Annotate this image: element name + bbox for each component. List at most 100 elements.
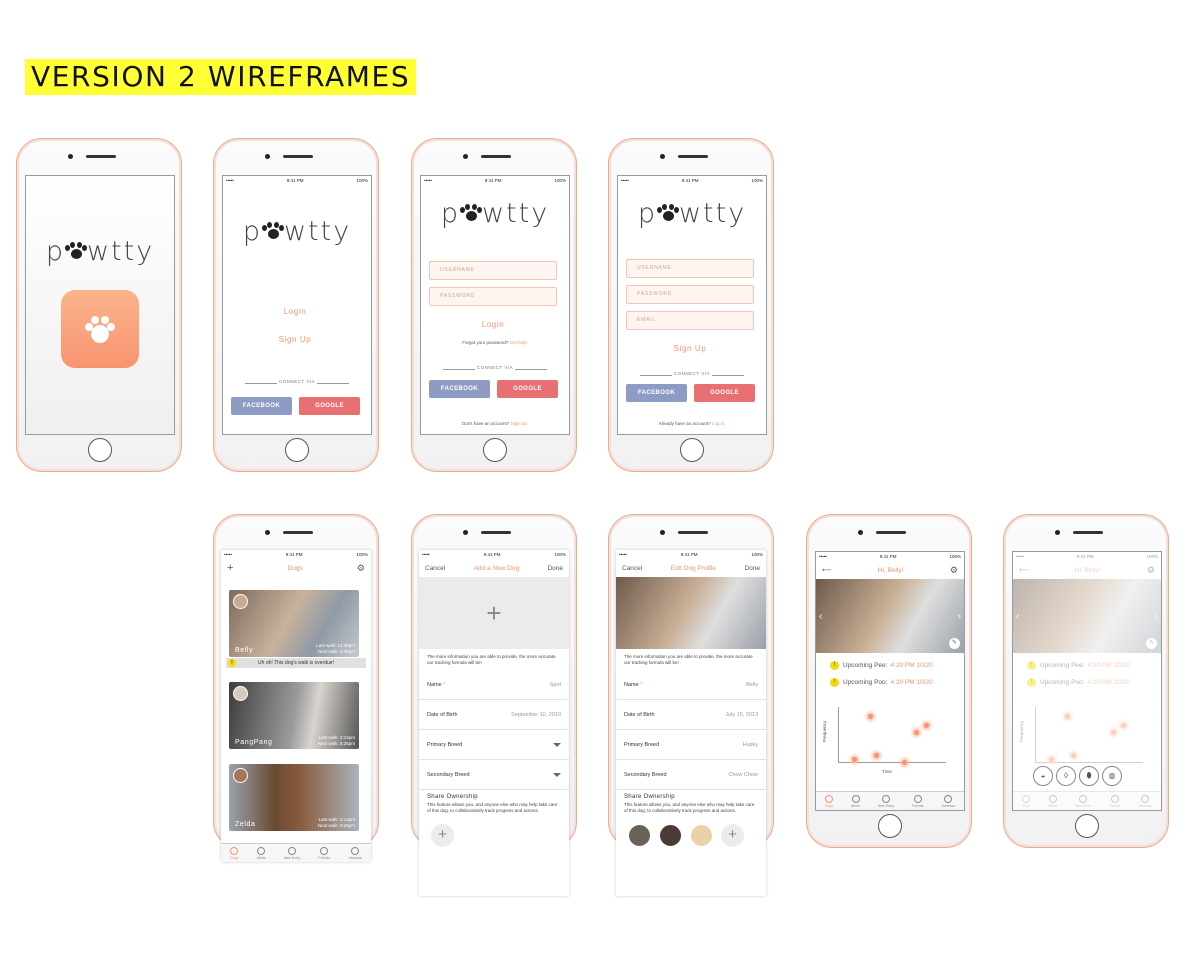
dog-icon — [825, 795, 834, 803]
page-heading: VERSION 2 WIREFRAMES — [25, 59, 417, 95]
get-help-link[interactable]: Get help. — [510, 340, 528, 345]
walk-entry-icon[interactable]: ⬮ — [1079, 766, 1099, 786]
tab-profile[interactable]: Vanessa — [942, 792, 955, 810]
dog-icon — [230, 847, 239, 855]
bell-icon — [851, 795, 860, 803]
dog-card-belly[interactable]: Belly Last walk: 12:30pm Next walk: 5:30p… — [229, 590, 359, 657]
google-button[interactable]: GOOGLE — [694, 384, 755, 402]
tab-bar: Dogs Alerts New Entry Friends Vanessa — [816, 791, 964, 810]
info-text: The more information you are able to pro… — [624, 654, 753, 665]
data-point — [874, 753, 879, 758]
dog-card-zelda[interactable]: Zelda Last walk: 2:14pm Next walk: 8:25pm — [229, 764, 359, 831]
field-primary-breed[interactable]: Primary Breed Husky — [616, 730, 766, 760]
nav-bar: Cancel Edit Dog Profile Done — [616, 559, 766, 577]
login-button[interactable]: Login — [231, 303, 359, 321]
done-button[interactable]: Done — [547, 565, 563, 572]
add-owner-button[interactable]: + — [721, 824, 744, 847]
tab-alerts[interactable]: Alerts — [257, 844, 266, 862]
field-name[interactable]: Name * Belly — [616, 670, 766, 700]
password-field[interactable]: PASSWORD — [429, 287, 557, 306]
home-button[interactable] — [680, 438, 704, 462]
facebook-button[interactable]: FACEBOOK — [231, 397, 292, 415]
login-button[interactable]: Login — [429, 316, 557, 334]
owner-avatar[interactable] — [659, 824, 682, 847]
home-button[interactable] — [88, 438, 112, 462]
owner-avatar[interactable] — [628, 824, 651, 847]
email-field[interactable]: EMAIL — [626, 311, 754, 330]
field-secondary-breed[interactable]: Secondary Breed — [419, 760, 569, 790]
dog-name: PangPang — [235, 739, 273, 746]
dog-photo[interactable] — [616, 577, 766, 649]
phone-signup: ••••• 9:41 PM 100% p wtty USERNAME PASSWORD… — [608, 138, 774, 472]
pee-entry-icon[interactable]: ◊ — [1056, 766, 1076, 786]
tab-friends[interactable]: Friends — [912, 792, 924, 810]
home-button[interactable] — [1075, 814, 1099, 838]
cancel-button[interactable]: Cancel — [425, 565, 445, 572]
edit-icon[interactable]: ✎ — [949, 638, 960, 649]
home-button[interactable] — [878, 814, 902, 838]
y-axis-label: Frequency — [822, 720, 828, 743]
field-date-of-birth[interactable]: Date of Birth September 10, 2010 — [419, 700, 569, 730]
gear-icon[interactable]: ⚙ — [950, 565, 958, 576]
field-date-of-birth[interactable]: Date of Birth July 15, 2013 — [616, 700, 766, 730]
add-owner-button[interactable]: + — [431, 824, 454, 847]
tab-new-entry[interactable]: New Entry — [284, 844, 300, 862]
done-button[interactable]: Done — [744, 565, 760, 572]
tab-friends[interactable]: Friends — [318, 844, 330, 862]
tab-bar: Dogs Alerts New Entry Friends Vanessa — [221, 843, 371, 862]
tab-alerts[interactable]: Alerts — [851, 792, 860, 810]
dog-card-pangpang[interactable]: PangPang Last walk: 2:14pm Next walk: 8:2… — [229, 682, 359, 749]
chevron-left-icon[interactable]: ‹ — [819, 611, 822, 622]
nav-title: Dogs — [287, 564, 303, 572]
dashboard-overlay-screen: •••••9:41 PM100% ⟵Hi, Belly!⚙ ‹ › ✎ !Upc… — [1012, 551, 1162, 811]
chevron-down-icon — [553, 772, 561, 777]
data-point — [852, 757, 857, 762]
username-field[interactable]: USERNAME — [626, 259, 754, 278]
dog-name: Zelda — [235, 821, 256, 828]
tab-new-entry[interactable]: New Entry — [878, 792, 894, 810]
signup-button[interactable]: Sign Up — [231, 331, 359, 349]
add-icon[interactable]: + — [227, 562, 233, 574]
gear-icon[interactable]: ⚙ — [357, 563, 365, 574]
google-button[interactable]: GOOGLE — [497, 380, 558, 398]
username-field[interactable]: USERNAME — [429, 261, 557, 280]
chevron-right-icon[interactable]: › — [958, 611, 961, 622]
front-camera — [858, 530, 863, 535]
owner-avatar[interactable] — [690, 824, 713, 847]
poo-entry-icon[interactable]: ◒ — [1033, 766, 1053, 786]
paw-icon — [261, 222, 284, 242]
home-button[interactable] — [483, 438, 507, 462]
walk-times: Last walk: 12:30pm Next walk: 5:30pm — [316, 643, 355, 654]
google-button[interactable]: GOOGLE — [299, 397, 360, 415]
data-point — [902, 760, 907, 765]
speaker — [283, 155, 313, 158]
cancel-button[interactable]: Cancel — [622, 565, 642, 572]
facebook-button[interactable]: FACEBOOK — [626, 384, 687, 402]
field-secondary-breed[interactable]: Secondary Breed Chow Chow — [616, 760, 766, 790]
food-entry-icon[interactable]: ◍ — [1102, 766, 1122, 786]
dog-photo-carousel[interactable]: ‹ › ✎ — [816, 579, 964, 653]
pawtty-logo: p wtty — [637, 198, 747, 229]
field-primary-breed[interactable]: Primary Breed — [419, 730, 569, 760]
back-icon[interactable]: ⟵ — [822, 566, 831, 574]
home-button[interactable] — [285, 438, 309, 462]
signup-button[interactable]: Sign Up — [626, 340, 754, 358]
facebook-button[interactable]: FACEBOOK — [429, 380, 490, 398]
forgot-password: Forgot your password? Get help. — [462, 340, 528, 345]
app-icon[interactable] — [61, 290, 139, 368]
status-bar: •••••9:41 PM100% — [621, 178, 763, 183]
password-field[interactable]: PASSWORD — [626, 285, 754, 304]
tab-dogs[interactable]: Dogs — [230, 844, 238, 862]
profile-icon — [351, 847, 360, 855]
tab-dogs[interactable]: Dogs — [825, 792, 833, 810]
friends-icon — [320, 847, 329, 855]
dogs-screen: ••••• 9:41 PM 100% + Dogs ⚙ Belly Last walk:… — [221, 550, 371, 862]
field-name[interactable]: Name * Spot — [419, 670, 569, 700]
front-camera — [660, 530, 665, 535]
login-link[interactable]: Log in. — [712, 421, 726, 426]
photo-placeholder[interactable]: + — [419, 577, 569, 649]
signup-link[interactable]: Sign Up. — [511, 421, 528, 426]
tab-profile[interactable]: Vanessa — [348, 844, 362, 862]
front-camera — [660, 154, 665, 159]
status-bar: •••••9:41 PM100% — [224, 552, 368, 557]
